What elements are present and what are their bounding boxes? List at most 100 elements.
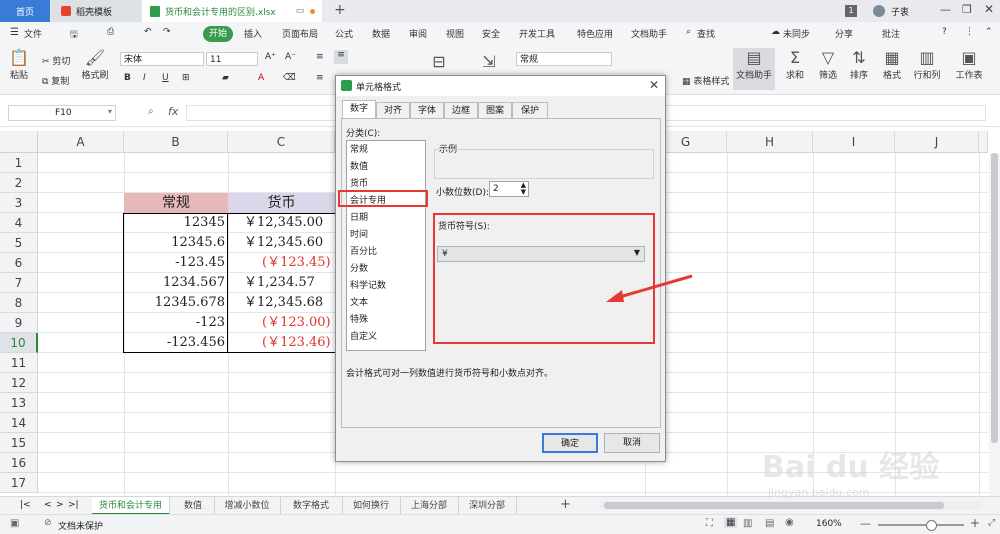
category-item[interactable]: 分数 — [347, 261, 425, 278]
docer-tab[interactable]: 稻壳模板 — [51, 0, 141, 22]
menu-features[interactable]: 特色应用 — [577, 27, 613, 40]
format-button[interactable]: ▦ 格式 — [879, 48, 905, 81]
fullscreen-icon[interactable]: ⛶ — [706, 518, 713, 529]
clear-icon[interactable]: ⌫ — [283, 73, 296, 83]
restore-icon[interactable]: ❐ — [962, 3, 972, 16]
col-header-i[interactable]: I — [813, 131, 895, 153]
sort-button[interactable]: ⇅ 排序 — [846, 48, 872, 81]
sum-button[interactable]: Σ 求和 — [782, 48, 808, 81]
category-item[interactable]: 常规 — [347, 142, 425, 159]
add-sheet-button[interactable]: + — [560, 497, 571, 512]
tab-font[interactable]: 字体 — [410, 102, 444, 118]
category-item[interactable]: 自定义 — [347, 329, 425, 346]
chevron-down-icon[interactable]: ▾ — [108, 107, 112, 116]
copy-button[interactable]: ⧉ 复制 — [42, 74, 69, 87]
scroll-thumb[interactable] — [991, 153, 998, 443]
menu-security[interactable]: 安全 — [482, 27, 500, 40]
merge-button[interactable]: ⊟ — [428, 52, 450, 72]
underline-button[interactable]: U — [162, 73, 169, 83]
menu-view[interactable]: 视图 — [446, 27, 464, 40]
row-header[interactable]: 6 — [0, 253, 38, 273]
fill-color-icon[interactable]: ▰ — [222, 73, 229, 83]
currency-select[interactable]: ¥ ▼ — [437, 246, 645, 262]
zoom-out-button[interactable]: — — [860, 517, 871, 530]
cell-c3-header[interactable]: 货币 — [228, 193, 335, 213]
page-break-view-icon[interactable]: ▥ — [743, 518, 752, 529]
row-header[interactable]: 9 — [0, 313, 38, 333]
vertical-scrollbar[interactable] — [989, 153, 1000, 496]
sheet-tab-decimal[interactable]: 增减小数位 — [214, 497, 281, 515]
font-shrink-icon[interactable]: A⁻ — [285, 52, 296, 62]
worksheet-button[interactable]: ▣ 工作表 — [952, 48, 986, 81]
filter-button[interactable]: ▽ 筛选 — [815, 48, 841, 81]
dialog-titlebar[interactable]: 单元格格式 ✕ — [336, 76, 665, 96]
decimal-input[interactable]: 2 ▲ ▼ — [489, 181, 529, 197]
sheet-tab-shanghai[interactable]: 上海分部 — [400, 497, 459, 515]
zoom-slider-knob[interactable] — [926, 520, 937, 531]
file-menu[interactable]: 文件 — [24, 27, 42, 40]
search-label[interactable]: 查找 — [697, 27, 715, 40]
share-label[interactable]: 分享 — [835, 27, 853, 40]
zoom-level[interactable]: 160% — [816, 519, 842, 529]
status-icon[interactable]: ▣ — [10, 518, 19, 529]
page-layout-view-icon[interactable]: ▤ — [765, 518, 774, 529]
ok-button[interactable]: 确定 — [542, 433, 598, 453]
row-header[interactable]: 13 — [0, 393, 38, 413]
tab-protection[interactable]: 保护 — [512, 102, 548, 118]
menu-insert[interactable]: 插入 — [244, 27, 262, 40]
row-header[interactable]: 14 — [0, 413, 38, 433]
row-header[interactable]: 12 — [0, 373, 38, 393]
save-icon[interactable]: 🖫 — [70, 27, 78, 43]
category-item[interactable]: 特殊 — [347, 312, 425, 329]
font-size-select[interactable]: 11 — [206, 52, 258, 66]
row-header[interactable]: 10 — [0, 333, 38, 353]
category-item[interactable]: 数值 — [347, 159, 425, 176]
rows-cols-button[interactable]: ▥ 行和列 — [910, 48, 944, 81]
zoom-in-button[interactable]: + — [970, 516, 980, 530]
wrap-button[interactable]: ⇲ — [478, 52, 500, 72]
sheet-tab-number-format[interactable]: 数字格式 — [280, 497, 343, 515]
print-icon[interactable]: ⎙ — [107, 27, 114, 37]
dialog-close-icon[interactable]: ✕ — [649, 78, 659, 92]
prev-sheet-icon[interactable]: < — [44, 500, 52, 510]
tab-number[interactable]: 数字 — [342, 100, 376, 118]
category-item[interactable]: 时间 — [347, 227, 425, 244]
zoom-slider[interactable] — [878, 520, 964, 531]
menu-doc-helper[interactable]: 文档助手 — [631, 27, 667, 40]
row-header[interactable]: 7 — [0, 273, 38, 293]
row-header[interactable]: 11 — [0, 353, 38, 373]
sync-label[interactable]: 未同步 — [783, 27, 810, 40]
sheet-tab-shenzhen[interactable]: 深圳分部 — [458, 497, 517, 515]
menu-developer[interactable]: 开发工具 — [519, 27, 555, 40]
col-header-h[interactable]: H — [727, 131, 813, 153]
cut-button[interactable]: ✂ 剪切 — [42, 54, 70, 67]
collapse-icon[interactable]: ⌃ — [985, 27, 993, 37]
next-sheet-icon[interactable]: > — [56, 500, 64, 510]
normal-view-icon[interactable]: ▦ — [724, 517, 738, 528]
spin-icon[interactable]: ▲ ▼ — [521, 182, 526, 196]
row-header[interactable]: 1 — [0, 153, 38, 173]
h-scroll-thumb[interactable] — [604, 502, 944, 509]
sheet-tab-currency-accounting[interactable]: 货币和会计专用 — [92, 497, 170, 515]
undo-icon[interactable]: ↶ — [144, 27, 152, 37]
tab-alignment[interactable]: 对齐 — [376, 102, 410, 118]
row-header[interactable]: 17 — [0, 473, 38, 493]
sheet-tab-number[interactable]: 数值 — [172, 497, 215, 515]
maximize-status-icon[interactable]: ⤢ — [988, 518, 995, 528]
col-header-c[interactable]: C — [228, 131, 335, 153]
protect-status[interactable]: 文档未保护 — [58, 519, 103, 532]
category-item[interactable]: 文本 — [347, 295, 425, 312]
tab-monitor-icon[interactable]: ▭ — [296, 6, 305, 16]
home-tab[interactable]: 首页 — [0, 0, 50, 22]
horizontal-scrollbar[interactable] — [600, 501, 980, 510]
menu-formulas[interactable]: 公式 — [335, 27, 353, 40]
align-top-icon[interactable]: ≡ — [316, 52, 324, 62]
menu-review[interactable]: 审阅 — [409, 27, 427, 40]
minimize-icon[interactable]: — — [940, 3, 951, 16]
border-icon[interactable]: ⊞ — [182, 73, 190, 83]
more-icon[interactable]: ⋮ — [965, 27, 974, 37]
search-icon[interactable]: ⌕ — [686, 27, 691, 37]
eye-icon[interactable]: ◉ — [785, 517, 794, 528]
menu-data[interactable]: 数据 — [372, 27, 390, 40]
font-grow-icon[interactable]: A⁺ — [265, 52, 276, 62]
